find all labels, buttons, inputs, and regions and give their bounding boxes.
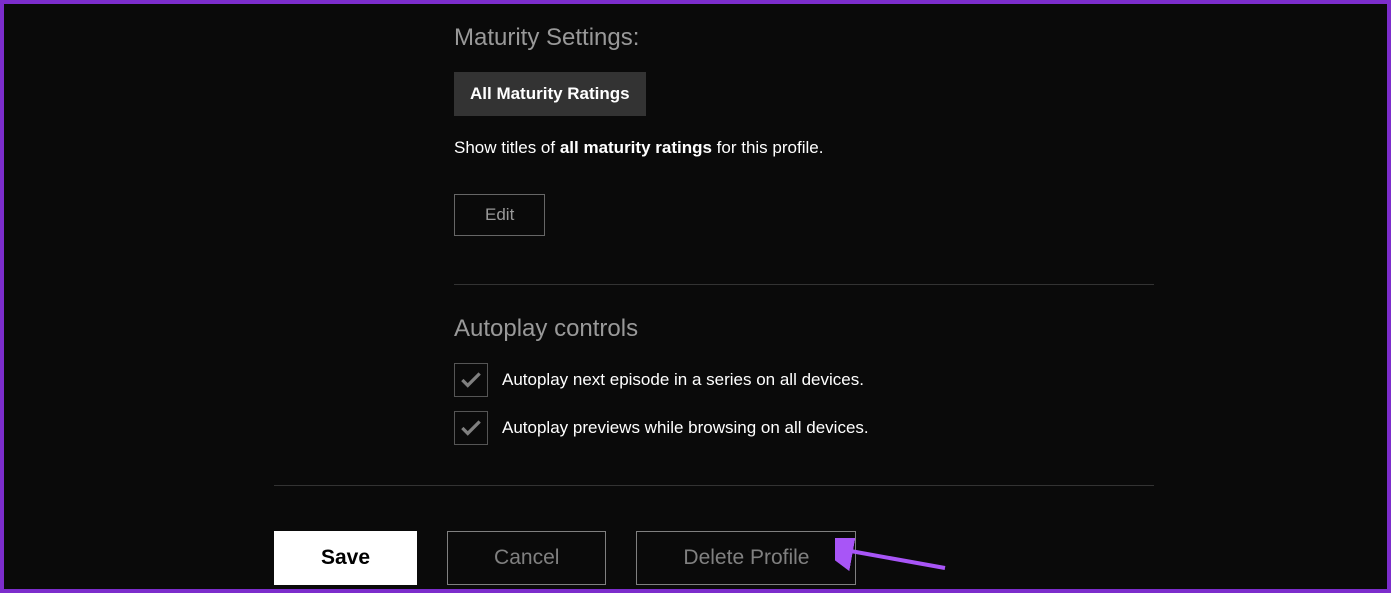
desc-suffix: for this profile. [712, 138, 824, 157]
autoplay-next-episode-label: Autoplay next episode in a series on all… [502, 370, 864, 390]
cancel-button[interactable]: Cancel [447, 531, 606, 585]
desc-strong: all maturity ratings [560, 138, 712, 157]
maturity-description: Show titles of all maturity ratings for … [454, 138, 1327, 158]
checkmark-icon [458, 415, 484, 441]
autoplay-next-episode-checkbox[interactable] [454, 363, 488, 397]
delete-profile-button[interactable]: Delete Profile [636, 531, 856, 585]
maturity-rating-badge: All Maturity Ratings [454, 72, 646, 116]
save-button[interactable]: Save [274, 531, 417, 585]
autoplay-previews-checkbox[interactable] [454, 411, 488, 445]
section-divider [454, 284, 1154, 285]
bottom-divider [274, 485, 1154, 486]
edit-button[interactable]: Edit [454, 194, 545, 236]
autoplay-controls-title: Autoplay controls [454, 315, 1327, 343]
desc-prefix: Show titles of [454, 138, 560, 157]
autoplay-previews-label: Autoplay previews while browsing on all … [502, 418, 869, 438]
maturity-settings-title: Maturity Settings: [454, 24, 1327, 52]
checkmark-icon [458, 367, 484, 393]
